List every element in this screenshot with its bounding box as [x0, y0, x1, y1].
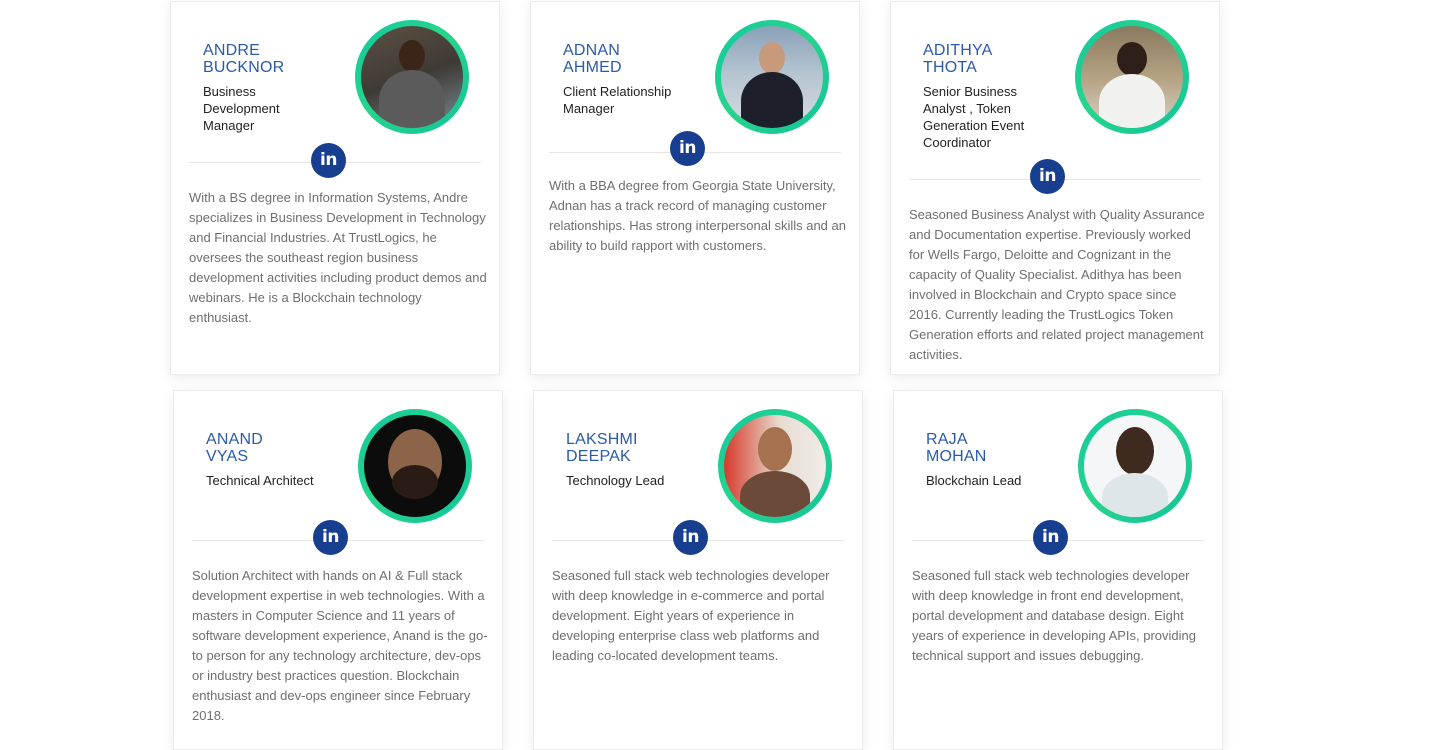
member-role: Blockchain Lead	[926, 473, 1022, 488]
team-card-andre: ANDRE BUCKNOR Business Development Manage…	[170, 1, 500, 375]
member-bio: With a BBA degree from Georgia State Uni…	[549, 178, 846, 253]
member-bio: Solution Architect with hands on AI & Fu…	[192, 568, 488, 723]
member-avatar	[718, 409, 832, 523]
member-role: Client Relationship Manager	[563, 84, 672, 116]
member-avatar	[715, 20, 829, 134]
member-name: ANAND VYAS	[206, 431, 264, 465]
member-role: Technical Architect	[206, 473, 314, 488]
team-card-adnan: ADNAN AHMED Client Relationship Manager i…	[530, 1, 860, 375]
member-role: Business Development Manager	[203, 84, 280, 133]
team-card-raja: RAJA MOHAN Blockchain Lead in Seasoned fu…	[893, 390, 1223, 750]
member-avatar	[1075, 20, 1189, 134]
team-card-adithya: ADITHYA THOTA Senior Business Analyst , T…	[890, 1, 1220, 375]
member-avatar	[1078, 409, 1192, 523]
member-name: ADITHYA THOTA	[923, 42, 993, 76]
team-card-anand: ANAND VYAS Technical Architect in Solutio…	[173, 390, 503, 750]
member-name: RAJA MOHAN	[926, 431, 987, 465]
member-bio: With a BS degree in Information Systems,…	[189, 190, 487, 325]
linkedin-icon[interactable]: in	[673, 520, 708, 555]
member-avatar	[358, 409, 472, 523]
member-avatar	[355, 20, 469, 134]
linkedin-icon[interactable]: in	[313, 520, 348, 555]
member-name: LAKSHMI DEEPAK	[566, 431, 638, 465]
linkedin-icon[interactable]: in	[670, 131, 705, 166]
member-name: ADNAN AHMED	[563, 42, 622, 76]
member-role: Technology Lead	[566, 473, 665, 488]
linkedin-icon[interactable]: in	[1033, 520, 1068, 555]
member-role: Senior Business Analyst , Token Generati…	[923, 84, 1025, 150]
team-card-lakshmi: LAKSHMI DEEPAK Technology Lead in Seasone…	[533, 390, 863, 750]
linkedin-icon[interactable]: in	[1030, 159, 1065, 194]
member-bio: Seasoned full stack web technologies dev…	[552, 568, 830, 663]
member-name: ANDRE BUCKNOR	[203, 42, 285, 76]
member-bio: Seasoned Business Analyst with Quality A…	[909, 207, 1205, 362]
member-bio: Seasoned full stack web technologies dev…	[912, 568, 1197, 663]
linkedin-icon[interactable]: in	[311, 143, 346, 178]
